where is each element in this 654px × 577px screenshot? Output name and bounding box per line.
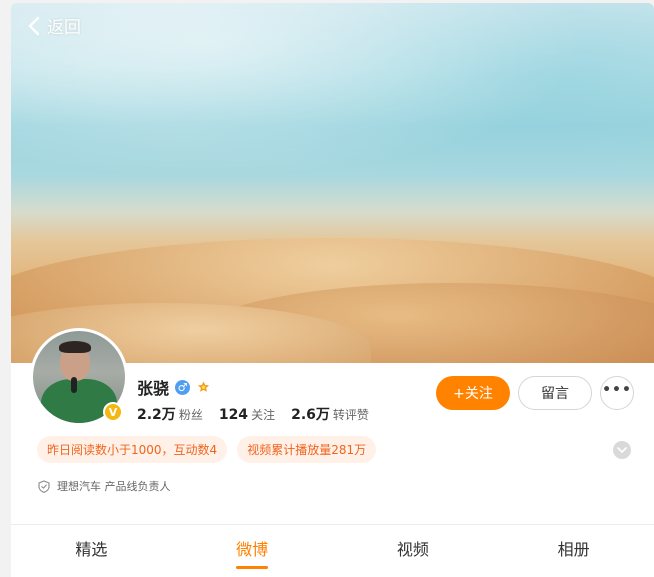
follow-button[interactable]: +关注 (436, 376, 510, 410)
cover-banner (11, 3, 654, 363)
name-row: 张骁 ♂ (137, 375, 211, 399)
back-button[interactable]: 返回 (27, 13, 81, 38)
back-label: 返回 (47, 18, 81, 38)
more-button[interactable]: ••• (600, 376, 634, 410)
verified-icon: V (103, 402, 123, 422)
description-row: 理想汽车 产品线负责人 (38, 478, 171, 494)
profile-name: 张骁 (137, 379, 170, 398)
tab-weibo[interactable]: 微博 (172, 525, 333, 577)
tab-label: 相册 (557, 540, 590, 559)
stat-label: 转评赞 (332, 408, 369, 422)
gender-male-icon: ♂ (175, 379, 191, 395)
stat-value: 2.6万 (291, 407, 330, 423)
fan-badge-icon[interactable] (196, 380, 211, 395)
stat-tag[interactable]: 视频累计播放量281万 (237, 436, 377, 463)
message-button[interactable]: 留言 (518, 376, 592, 410)
avatar-figure-hair (59, 341, 91, 353)
stat-label: 粉丝 (178, 408, 203, 422)
tab-label: 精选 (75, 540, 108, 559)
stat-reposts-comments-likes[interactable]: 2.6万 转评赞 (291, 404, 369, 424)
tab-label: 视频 (396, 540, 429, 559)
stat-following[interactable]: 124 关注 (219, 406, 275, 423)
tab-featured[interactable]: 精选 (11, 525, 172, 577)
profile-description: 理想汽车 产品线负责人 (57, 480, 171, 493)
stat-tag[interactable]: 昨日阅读数小于1000，互动数4 (37, 436, 228, 463)
expand-chevron-shape (617, 447, 627, 453)
tab-label: 微博 (236, 540, 269, 559)
avatar-figure-mic (71, 377, 77, 393)
stat-value: 124 (218, 407, 249, 423)
stats-row: 2.2万 粉丝 124 关注 2.6万 转评赞 (137, 404, 369, 424)
stat-value: 2.2万 (137, 407, 176, 423)
expand-chevron-icon[interactable] (613, 441, 631, 459)
banner-sky (11, 3, 654, 201)
tags-row: 昨日阅读数小于1000，互动数4 视频累计播放量281万 (37, 436, 377, 463)
shield-icon (38, 479, 50, 493)
tab-active-indicator (236, 566, 269, 569)
back-chevron-icon (28, 16, 40, 35)
fan-badge-icon-shape (198, 381, 210, 392)
profile-page: 返回 V 张骁 ♂ 2.2万 粉丝 124 关注 2.6万 转评赞 +关注 留言… (11, 3, 654, 577)
stat-label: 关注 (251, 408, 276, 422)
more-icon: ••• (602, 382, 632, 398)
stat-followers[interactable]: 2.2万 粉丝 (137, 404, 203, 424)
tab-videos[interactable]: 视频 (333, 525, 494, 577)
profile-tabs: 精选 微博 视频 相册 (11, 525, 654, 577)
tab-albums[interactable]: 相册 (493, 525, 654, 577)
